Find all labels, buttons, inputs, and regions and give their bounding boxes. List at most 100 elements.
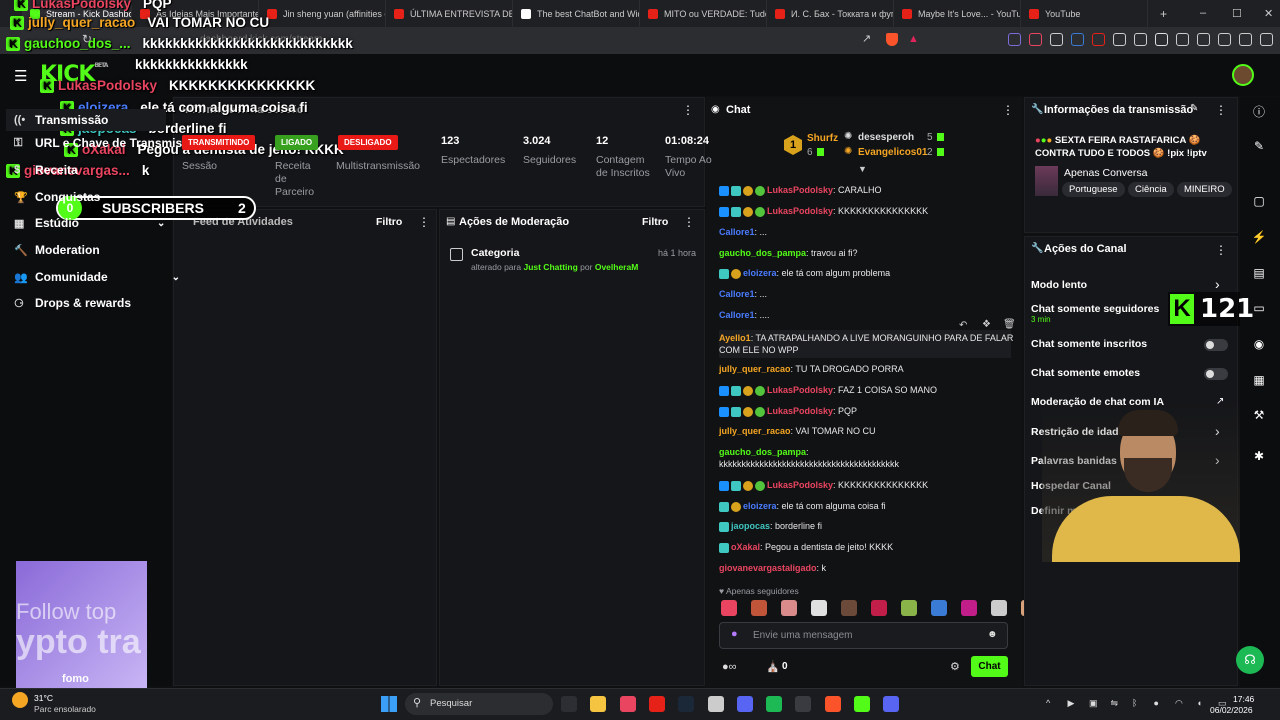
clock-date[interactable]: 06/02/2026 — [1210, 705, 1253, 715]
msg-pin-icon[interactable]: ❖ — [982, 319, 991, 330]
tag-portuguese[interactable]: Portuguese — [1062, 182, 1125, 197]
tray-bluetooth-icon[interactable]: ᛒ — [1132, 698, 1137, 708]
chat-username[interactable]: LukasPodolsky — [767, 206, 833, 216]
chat-message[interactable]: gaucho_dos_pampa: travou ai fi? — [719, 247, 858, 259]
extension-icon[interactable] — [1008, 33, 1021, 46]
sidebar-item-comunidade[interactable]: 👥 Comunidade ⌄ — [14, 270, 180, 284]
chat-message[interactable]: jully_quer_racao: VAI TOMAR NO CU — [719, 425, 876, 437]
chat-username[interactable]: jully_quer_racao — [719, 426, 791, 436]
sidebar-item-conquistas[interactable]: 🏆 Conquistas — [14, 190, 100, 204]
taskbar-app-icon[interactable] — [766, 696, 783, 712]
chat-message[interactable]: LukasPodolsky: FAZ 1 COISA SO MANO — [719, 384, 937, 396]
share-icon[interactable]: ↗ — [862, 32, 871, 45]
chat-message[interactable]: jaopocas: borderline fi — [719, 520, 822, 532]
chat-username[interactable]: LukasPodolsky — [767, 385, 833, 395]
browser-tab[interactable]: YouTube — [1021, 0, 1148, 27]
taskbar-app-icon[interactable] — [795, 696, 812, 712]
browser-tab[interactable]: ÚLTIMA ENTREVISTA DE JE — [386, 0, 513, 27]
tray-app-icon[interactable]: ▣ — [1089, 698, 1098, 709]
mic-icon[interactable]: ● — [731, 628, 738, 640]
browser-tab[interactable]: Jin sheng yuan (affinities o — [259, 0, 386, 27]
chat-username[interactable]: gaucho_dos_pampa — [719, 248, 806, 258]
browser-tab[interactable]: MITO ou VERDADE: Tudo — [640, 0, 767, 27]
sidebar-item-est-dio[interactable]: ▦ Estúdio ⌄ — [14, 216, 165, 230]
points-icon[interactable]: ●∞ — [722, 661, 737, 673]
emote-icon[interactable] — [901, 600, 917, 616]
chat-message[interactable]: eloizera: ele tá com alguma coisa fi — [719, 500, 886, 512]
edit-icon[interactable]: ✎ — [1190, 103, 1198, 114]
msg-undo-icon[interactable]: ↶ — [959, 320, 967, 331]
weather-desc[interactable]: Parc ensolarado — [34, 704, 96, 714]
extension-icon[interactable] — [1092, 33, 1105, 46]
browser-tab[interactable]: The best ChatBot and Wid — [513, 0, 640, 27]
settings-icon[interactable]: ✱ — [1251, 449, 1267, 465]
chat-username[interactable]: giovanevargastaligado — [719, 563, 817, 573]
new-tab-icon[interactable]: + — [1148, 7, 1179, 21]
info-icon[interactable]: ⓘ — [1251, 103, 1267, 119]
chat-username[interactable]: Callore1 — [719, 310, 755, 320]
chat-message[interactable]: LukasPodolsky: CARALHO — [719, 184, 882, 196]
extension-icon[interactable] — [1239, 33, 1252, 46]
chat-message[interactable]: Callore1: ... — [719, 288, 767, 300]
close-window-icon[interactable]: ✕ — [1264, 7, 1273, 20]
emote-icon[interactable] — [841, 600, 857, 616]
edit-icon[interactable]: ✎ — [1251, 139, 1267, 155]
chat-username[interactable]: Callore1 — [719, 289, 755, 299]
emote-icon[interactable] — [811, 600, 827, 616]
chat-message[interactable]: oXakal: Pegou a dentista de jeito! KKKK — [719, 541, 893, 553]
channel-action-label[interactable]: Chat somente inscritos — [1031, 338, 1147, 350]
broadcast-icon[interactable]: ◉ — [1251, 337, 1267, 353]
store-icon[interactable]: ⛪ — [766, 660, 780, 673]
chat-message[interactable]: LukasPodolsky: PQP — [719, 405, 857, 417]
brave-shield-icon[interactable] — [886, 33, 898, 46]
weather-temp[interactable]: 31°C — [34, 693, 53, 703]
wifi-icon[interactable]: ◠ — [1175, 698, 1183, 709]
chat-username[interactable]: eloizera — [743, 268, 777, 278]
emote-icon[interactable] — [871, 600, 887, 616]
taskbar-app-icon[interactable] — [824, 696, 841, 712]
extension-icon[interactable] — [1071, 33, 1084, 46]
tray-network-icon[interactable]: ⇋ — [1111, 698, 1119, 709]
chat-message[interactable]: eloizera: ele tá com algum problema — [719, 267, 890, 279]
extension-icon[interactable] — [1197, 33, 1210, 46]
mic-icon[interactable]: ● — [1154, 698, 1159, 708]
emote-icon[interactable] — [961, 600, 977, 616]
chat-more-icon[interactable]: ⋮ — [1002, 103, 1014, 117]
wrench-icon[interactable]: ⚒ — [1251, 408, 1267, 424]
chat-message[interactable]: jully_quer_racao: TU TA DROGADO PORRA — [719, 363, 904, 375]
category-name[interactable]: Apenas Conversa — [1064, 167, 1147, 179]
channel-action-label[interactable]: Chat somente seguidores — [1031, 303, 1159, 315]
emote-icon[interactable] — [931, 600, 947, 616]
channel-actions-more-icon[interactable]: ⋮ — [1215, 243, 1227, 257]
toggle-switch[interactable] — [1204, 368, 1228, 380]
extension-icon[interactable] — [1113, 33, 1126, 46]
chat-message[interactable]: giovanevargastaligado: k — [719, 562, 826, 574]
emote-icon[interactable] — [751, 600, 767, 616]
leader-2-name[interactable]: desesperoh — [858, 132, 914, 143]
chevron-down-icon[interactable]: ⌄ — [172, 272, 180, 283]
card-icon[interactable]: ▦ — [1251, 373, 1267, 389]
taskbar-search[interactable]: ⚲ Pesquisar — [405, 693, 553, 715]
taskbar-app-icon[interactable] — [883, 696, 900, 712]
chat-username[interactable]: eloizera — [743, 501, 777, 511]
emote-icon[interactable] — [721, 600, 737, 616]
chat-username[interactable]: oXakal — [731, 542, 760, 552]
minimize-icon[interactable]: – — [1200, 7, 1206, 19]
extension-icon[interactable] — [1050, 33, 1063, 46]
extension-icon[interactable] — [1155, 33, 1168, 46]
menu-icon[interactable]: ☰ — [14, 67, 27, 85]
chat-username[interactable]: LukasPodolsky — [767, 185, 833, 195]
emote-icon[interactable] — [991, 600, 1007, 616]
category-thumbnail[interactable] — [1035, 166, 1058, 196]
chat-input-placeholder[interactable]: Envie uma mensagem — [753, 630, 853, 641]
chat-username[interactable]: LukasPodolsky — [767, 480, 833, 490]
extension-icon[interactable] — [1134, 33, 1147, 46]
channel-action-label[interactable]: Modo lento — [1031, 279, 1087, 291]
window-icon[interactable]: ▢ — [1251, 194, 1267, 210]
stream-info-more-icon[interactable]: ⋮ — [1215, 103, 1227, 117]
clock-time[interactable]: 17:46 — [1233, 694, 1254, 704]
toggle-switch[interactable] — [1204, 339, 1228, 351]
brave-rewards-icon[interactable]: ▲ — [908, 33, 919, 45]
browser-tab[interactable]: И. С. Бах - Токката и фуга — [767, 0, 894, 27]
extension-icon[interactable] — [1218, 33, 1231, 46]
